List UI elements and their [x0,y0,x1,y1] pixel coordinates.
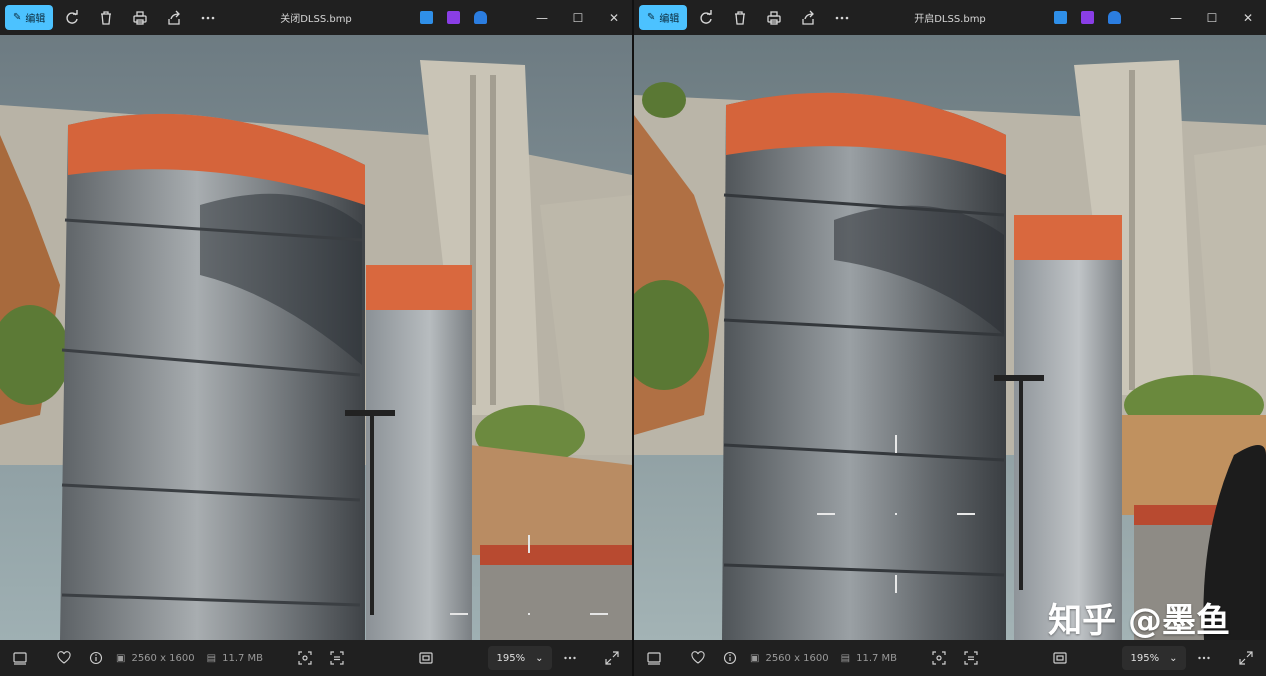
file-meta: ▣ 2560 x 1600 ▤ 11.7 MB [750,653,897,664]
filmstrip-icon[interactable] [6,644,34,672]
clipchamp-icon[interactable] [1054,11,1067,24]
zoom-level: 195% [496,652,526,664]
fullscreen-icon[interactable] [598,644,626,672]
file-size: 11.7 MB [222,652,264,664]
minimize-button[interactable]: — [524,0,560,35]
info-icon[interactable] [82,644,110,672]
edit-button[interactable]: ✎ 编辑 [639,5,688,30]
onedrive-icon[interactable] [474,11,487,24]
window-controls: — ☐ ✕ [524,0,632,35]
minimize-button[interactable]: — [1158,0,1194,35]
designer-icon[interactable] [1081,11,1094,24]
rotate-icon[interactable] [57,3,87,33]
zoom-dropdown[interactable]: 195% ⌄ [488,646,552,670]
edit-button[interactable]: ✎ 编辑 [5,5,54,30]
file-meta: ▣ 2560 x 1600 ▤ 11.7 MB [116,653,263,664]
edit-label: 编辑 [659,14,680,25]
image-viewport[interactable] [0,35,632,640]
edit-label: 编辑 [25,14,46,25]
clipchamp-icon[interactable] [420,11,433,24]
scene-image [634,35,1266,640]
zoom-dropdown[interactable]: 195% ⌄ [1122,646,1186,670]
watermark: 知乎 @墨鱼 [1048,601,1230,641]
image-comparison: ✎ 编辑 关闭DLSS.bmp — ☐ ✕ ▣ 2560 x 1600 ▤ 11… [0,0,1266,676]
onedrive-icon[interactable] [1108,11,1121,24]
fullscreen-icon[interactable] [1232,644,1260,672]
image-dimensions-icon: ▣ [750,652,760,664]
fit-window-icon[interactable] [1046,644,1074,672]
bottom-toolbar: ▣ 2560 x 1600 ▤ 11.7 MB 195% ⌄ [634,640,1266,676]
heart-icon[interactable] [50,644,78,672]
delete-icon[interactable] [91,3,121,33]
fit-window-icon[interactable] [412,644,440,672]
maximize-button[interactable]: ☐ [560,0,596,35]
image-viewport[interactable] [634,35,1266,640]
more-icon[interactable] [556,644,584,672]
top-toolbar: ✎ 编辑 开启DLSS.bmp — ☐ ✕ [634,0,1266,35]
app-icons [420,0,487,35]
more-icon[interactable] [1190,644,1218,672]
heart-icon[interactable] [684,644,712,672]
visual-search-icon[interactable] [957,644,985,672]
zoom-level: 195% [1130,652,1160,664]
info-icon[interactable] [716,644,744,672]
close-button[interactable]: ✕ [1230,0,1266,35]
visual-search-icon[interactable] [323,644,351,672]
scan-text-icon[interactable] [291,644,319,672]
window-controls: — ☐ ✕ [1158,0,1266,35]
image-dimensions-icon: ▣ [116,652,126,664]
photo-viewer-window-left: ✎ 编辑 关闭DLSS.bmp — ☐ ✕ ▣ 2560 x 1600 ▤ 11… [0,0,634,676]
delete-icon[interactable] [725,3,755,33]
image-dimensions: 2560 x 1600 [765,652,829,664]
top-toolbar: ✎ 编辑 关闭DLSS.bmp — ☐ ✕ [0,0,632,35]
print-icon[interactable] [759,3,789,33]
print-icon[interactable] [125,3,155,33]
image-dimensions: 2560 x 1600 [131,652,195,664]
designer-icon[interactable] [447,11,460,24]
close-button[interactable]: ✕ [596,0,632,35]
rotate-icon[interactable] [691,3,721,33]
chevron-down-icon: ⌄ [535,652,544,664]
edit-icon: ✎ [13,12,22,23]
more-icon[interactable] [193,3,223,33]
file-size-icon: ▤ [206,652,217,664]
edit-icon: ✎ [647,12,656,23]
chevron-down-icon: ⌄ [1169,652,1178,664]
share-icon[interactable] [793,3,823,33]
file-size: 11.7 MB [856,652,898,664]
photo-viewer-window-right: ✎ 编辑 开启DLSS.bmp — ☐ ✕ 知乎 @墨鱼 ▣ 2560 x 16… [634,0,1266,676]
filmstrip-icon[interactable] [640,644,668,672]
scan-text-icon[interactable] [925,644,953,672]
maximize-button[interactable]: ☐ [1194,0,1230,35]
scene-image [0,35,632,640]
app-icons [1054,0,1121,35]
file-size-icon: ▤ [840,652,851,664]
more-icon[interactable] [827,3,857,33]
share-icon[interactable] [159,3,189,33]
bottom-toolbar: ▣ 2560 x 1600 ▤ 11.7 MB 195% ⌄ [0,640,632,676]
